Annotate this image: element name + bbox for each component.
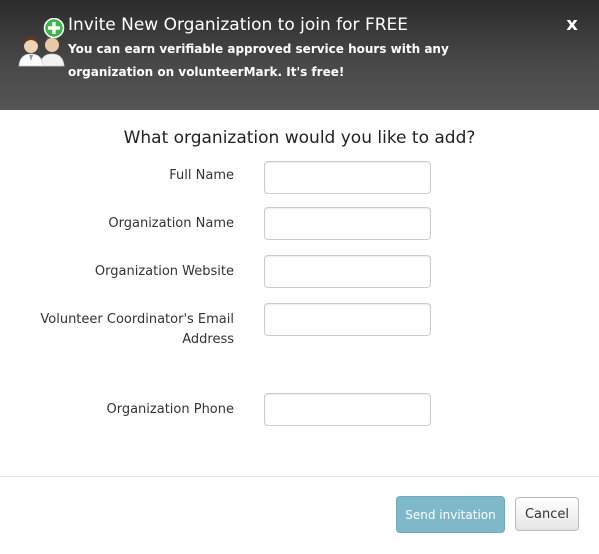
modal-title: Invite New Organization to join for FREE — [68, 15, 409, 35]
invite-organization-modal: Invite New Organization to join for FREE… — [0, 0, 599, 554]
modal-header: Invite New Organization to join for FREE… — [0, 0, 599, 110]
modal-subtitle: You can earn verifiable approved service… — [68, 42, 449, 79]
coordinator-email-label: Volunteer Coordinator's Email Address — [40, 312, 234, 347]
full-name-input[interactable] — [264, 161, 431, 194]
add-users-icon — [18, 18, 65, 67]
organization-name-label: Organization Name — [108, 216, 234, 231]
organization-phone-label: Organization Phone — [106, 402, 234, 417]
send-invitation-button[interactable]: Send invitation — [396, 496, 505, 533]
footer-divider — [0, 476, 599, 477]
organization-phone-input[interactable] — [264, 393, 431, 426]
coordinator-email-input[interactable] — [264, 303, 431, 336]
form-heading: What organization would you like to add? — [123, 128, 476, 148]
full-name-label: Full Name — [169, 168, 234, 183]
close-button[interactable]: x — [562, 14, 582, 38]
organization-website-label: Organization Website — [94, 264, 234, 279]
organization-website-input[interactable] — [264, 255, 431, 288]
cancel-button[interactable]: Cancel — [515, 497, 579, 531]
organization-name-input[interactable] — [264, 207, 431, 240]
